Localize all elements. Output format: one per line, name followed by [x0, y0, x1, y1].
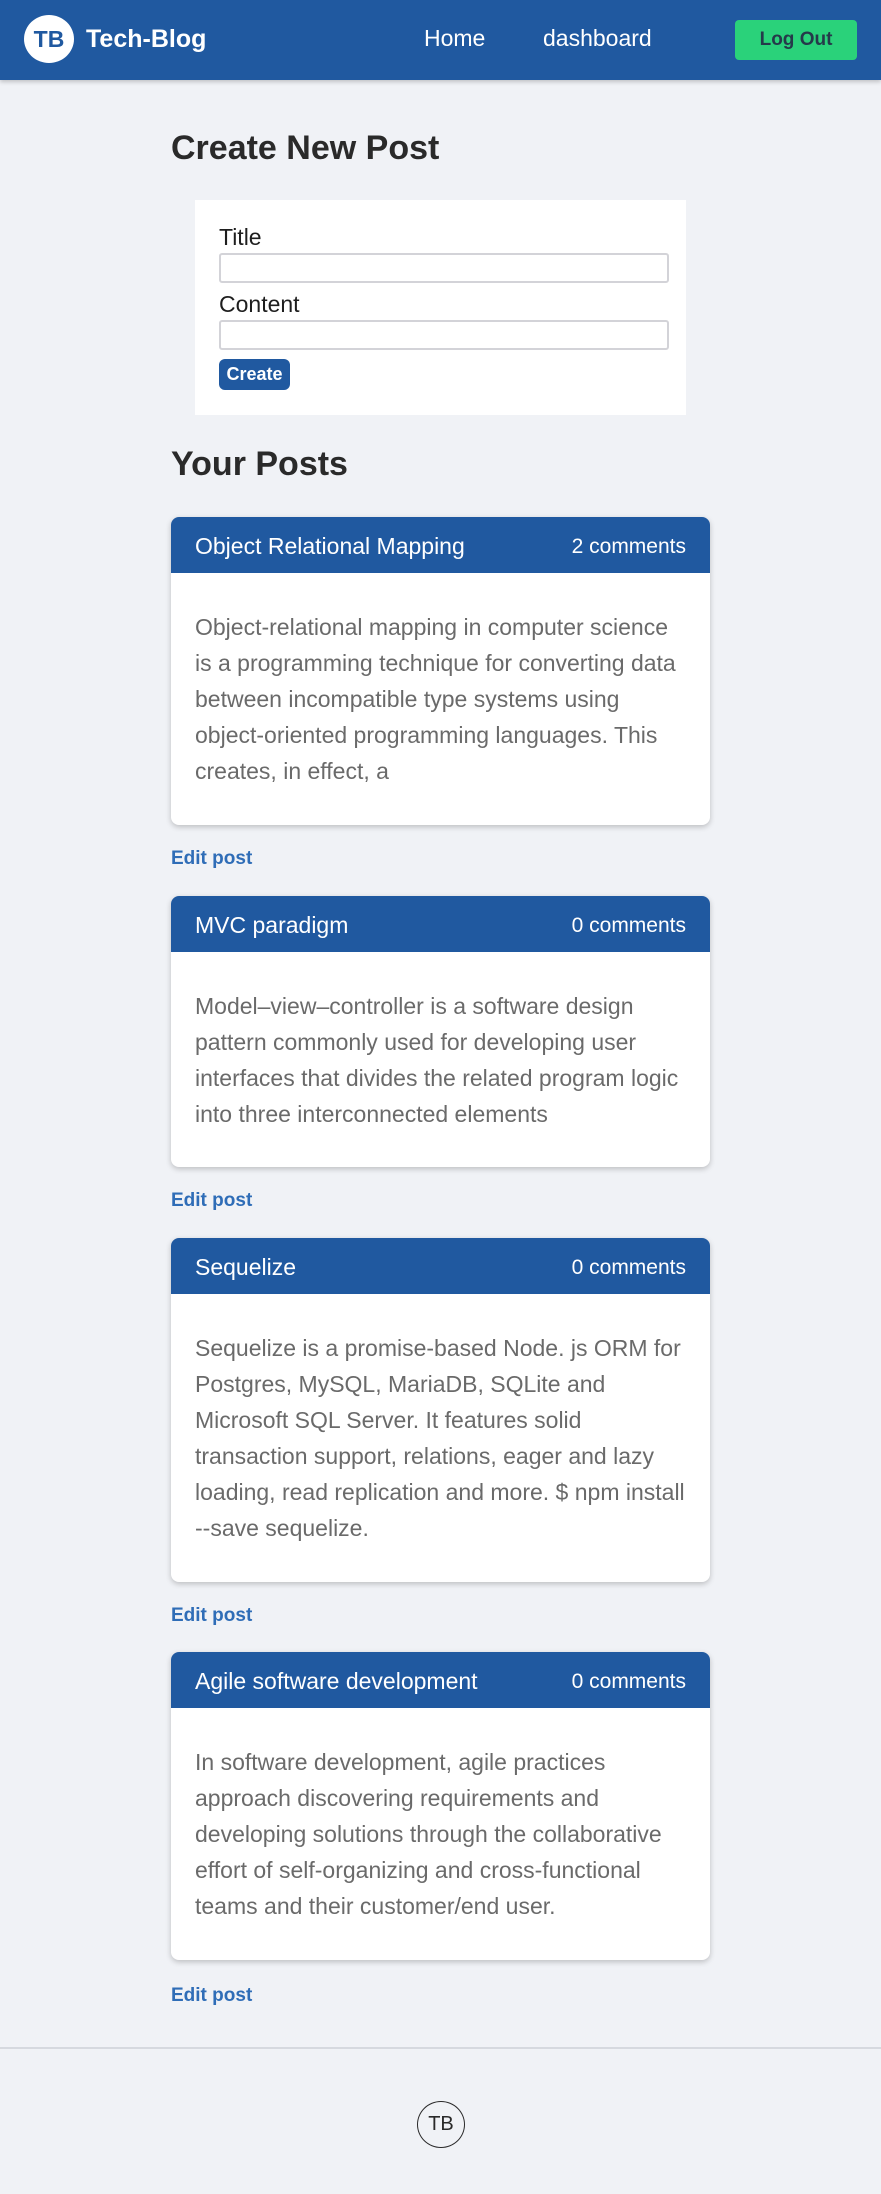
- post-excerpt: Object-relational mapping in computer sc…: [195, 614, 676, 784]
- nav-link-dashboard[interactable]: dashboard: [543, 24, 652, 52]
- post-card[interactable]: Object Relational Mapping 2 comments Obj…: [171, 517, 710, 825]
- title-label: Title: [219, 224, 262, 250]
- page-footer: TB: [0, 2047, 881, 2194]
- create-post-button[interactable]: Create: [219, 359, 290, 390]
- content-label: Content: [219, 291, 300, 317]
- post-excerpt: Sequelize is a promise-based Node. js OR…: [195, 1335, 685, 1541]
- edit-post-link[interactable]: Edit post: [171, 1605, 252, 1627]
- post-comment-count: 0 comments: [571, 914, 686, 937]
- post-title[interactable]: Agile software development: [195, 1667, 478, 1695]
- post-comment-count: 2 comments: [571, 535, 686, 558]
- post-card-header: Sequelize 0 comments: [171, 1238, 710, 1294]
- create-post-heading: Create New Post: [171, 129, 440, 167]
- post-excerpt: In software development, agile practices…: [195, 1749, 662, 1919]
- post-card-header: Object Relational Mapping 2 comments: [171, 517, 710, 573]
- post-comment-count: 0 comments: [571, 1256, 686, 1279]
- edit-post-link[interactable]: Edit post: [171, 848, 252, 870]
- nav-link-home[interactable]: Home: [424, 24, 485, 52]
- post-card[interactable]: MVC paradigm 0 comments Model–view–contr…: [171, 896, 710, 1167]
- site-brand-name[interactable]: Tech-Blog: [86, 24, 206, 54]
- post-card[interactable]: Sequelize 0 comments Sequelize is a prom…: [171, 1238, 710, 1582]
- content-input[interactable]: [219, 320, 669, 350]
- footer-logo: TB: [417, 2101, 465, 2148]
- top-nav-bar: TB Tech-Blog Home dashboard Log Out: [0, 0, 881, 80]
- post-title[interactable]: Object Relational Mapping: [195, 532, 465, 560]
- post-excerpt: Model–view–controller is a software desi…: [195, 993, 679, 1127]
- your-posts-heading: Your Posts: [171, 445, 348, 483]
- site-logo[interactable]: TB: [24, 15, 74, 63]
- post-card-header: Agile software development 0 comments: [171, 1652, 710, 1708]
- post-title[interactable]: MVC paradigm: [195, 911, 348, 939]
- post-title[interactable]: Sequelize: [195, 1253, 296, 1281]
- edit-post-link[interactable]: Edit post: [171, 1985, 252, 2007]
- title-input[interactable]: [219, 253, 669, 283]
- logout-button[interactable]: Log Out: [735, 20, 857, 60]
- post-card-header: MVC paradigm 0 comments: [171, 896, 710, 952]
- post-card[interactable]: Agile software development 0 comments In…: [171, 1652, 710, 1960]
- create-post-form: Title Content Create: [195, 200, 686, 415]
- post-comment-count: 0 comments: [571, 1670, 686, 1693]
- edit-post-link[interactable]: Edit post: [171, 1190, 252, 1212]
